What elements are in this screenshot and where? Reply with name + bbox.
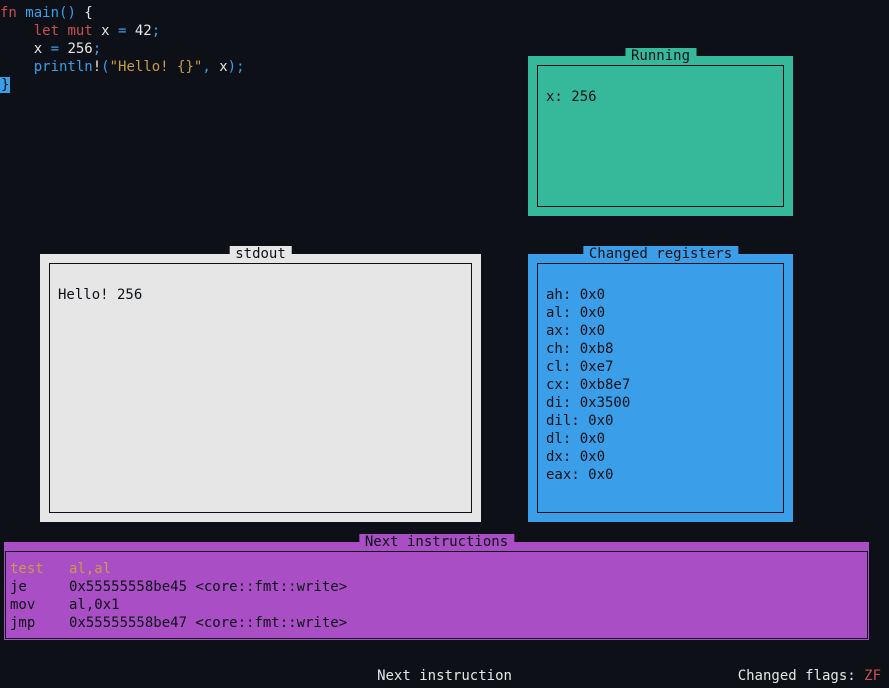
code-line: println!("Hello! {}", x);: [0, 58, 245, 76]
running-panel: Running x: 256: [528, 56, 793, 216]
code-line: let mut x = 42;: [0, 22, 245, 40]
register-row: dl: 0x0: [546, 430, 775, 448]
registers-list: ah: 0x0al: 0x0ax: 0x0ch: 0xb8cl: 0xe7cx:…: [546, 286, 775, 484]
stdout-panel-title: stdout: [229, 246, 292, 262]
register-row: cl: 0xe7: [546, 358, 775, 376]
status-next-instruction: Next instruction: [377, 668, 512, 684]
code-line: x = 256;: [0, 40, 245, 58]
code-editor[interactable]: fn main() { let mut x = 42; x = 256; pri…: [0, 4, 245, 94]
instruction-row: jmp 0x55555558be47 <core::fmt::write>: [10, 614, 863, 632]
registers-panel: Changed registers ah: 0x0al: 0x0ax: 0x0c…: [528, 254, 793, 522]
register-row: ax: 0x0: [546, 322, 775, 340]
running-variables: x: 256: [546, 88, 775, 106]
status-bar: Next instruction Changed flags: ZF: [0, 668, 889, 684]
register-row: cx: 0xb8e7: [546, 376, 775, 394]
instructions-panel: Next instructions test al,alje 0x5555555…: [4, 542, 869, 640]
register-row: dil: 0x0: [546, 412, 775, 430]
stdout-content: Hello! 256: [58, 286, 463, 304]
instructions-panel-title: Next instructions: [359, 534, 514, 550]
register-row: al: 0x0: [546, 304, 775, 322]
instructions-list: test al,alje 0x55555558be45 <core::fmt::…: [5, 551, 868, 639]
running-panel-title: Running: [625, 48, 696, 64]
instruction-row: mov al,0x1: [10, 596, 863, 614]
register-row: ch: 0xb8: [546, 340, 775, 358]
instruction-row: test al,al: [10, 560, 863, 578]
code-line: }: [0, 76, 245, 94]
code-line: fn main() {: [0, 4, 245, 22]
running-variable: x: 256: [546, 88, 775, 106]
registers-panel-title: Changed registers: [583, 246, 738, 262]
register-row: dx: 0x0: [546, 448, 775, 466]
instruction-row: je 0x55555558be45 <core::fmt::write>: [10, 578, 863, 596]
register-row: di: 0x3500: [546, 394, 775, 412]
status-changed-flags: Changed flags: ZF: [738, 668, 881, 684]
cursor: }: [0, 77, 10, 93]
register-row: eax: 0x0: [546, 466, 775, 484]
stdout-panel: stdout Hello! 256: [40, 254, 481, 522]
register-row: ah: 0x0: [546, 286, 775, 304]
